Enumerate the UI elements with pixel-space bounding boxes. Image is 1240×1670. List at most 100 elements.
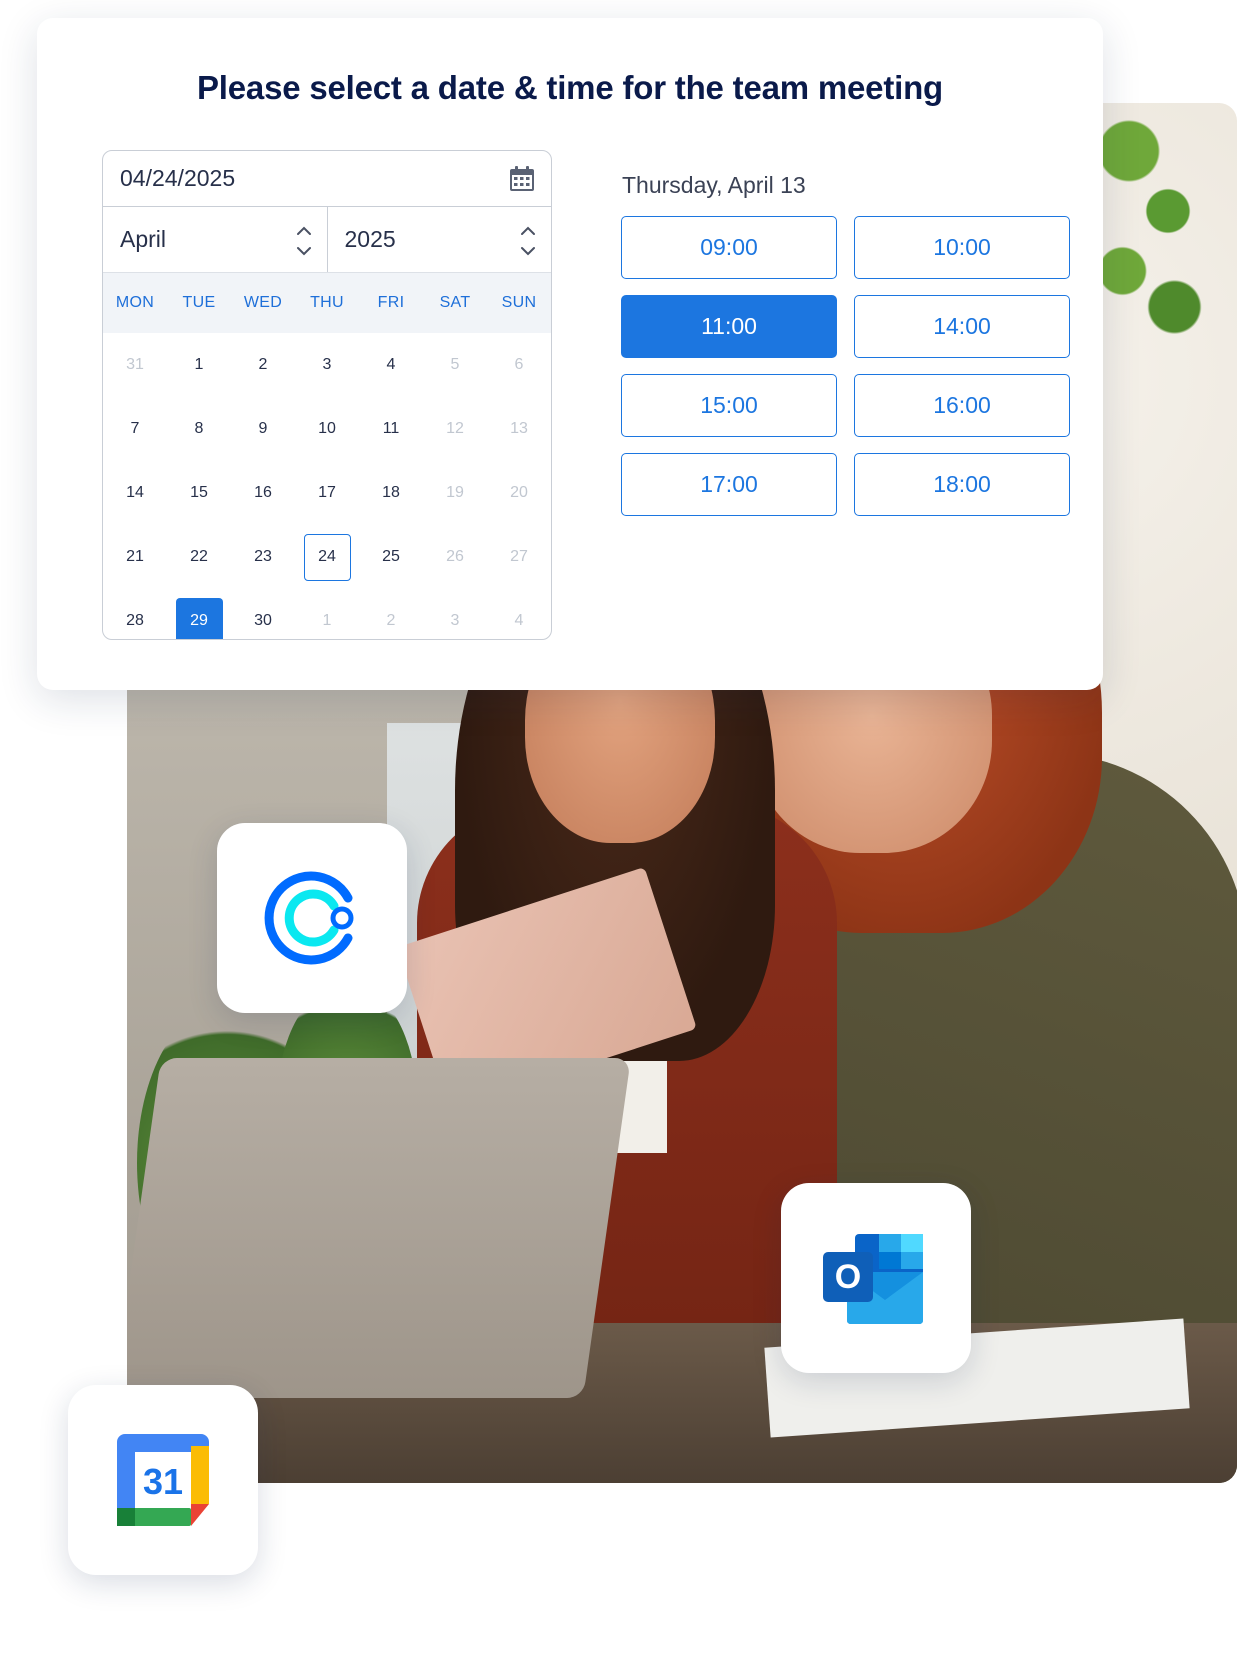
calendar-day[interactable]: 25 <box>359 525 423 589</box>
month-select[interactable]: April <box>103 207 327 272</box>
calendar-day-label: 3 <box>450 612 460 629</box>
calendar-day[interactable]: 1 <box>295 589 359 639</box>
calendar-day[interactable]: 21 <box>103 525 167 589</box>
calendar-day-current[interactable]: 24 <box>295 525 359 589</box>
calendar-day[interactable]: 17 <box>295 461 359 525</box>
calendar-day[interactable]: 6 <box>487 333 551 397</box>
calendar-day[interactable]: 4 <box>487 589 551 639</box>
calendar-day[interactable]: 12 <box>423 397 487 461</box>
date-picker: 04/24/2025 April 2025 MON TUE WED THU FR… <box>102 150 552 640</box>
calendar-day-label: 17 <box>318 484 336 501</box>
calendar-day-label: 26 <box>446 548 464 565</box>
time-slot-button[interactable]: 15:00 <box>621 374 837 437</box>
year-select[interactable]: 2025 <box>326 207 552 272</box>
outlook-tile: O <box>781 1183 971 1373</box>
weekday-label: FRI <box>377 294 405 311</box>
time-slot-button-selected[interactable]: 11:00 <box>621 295 837 358</box>
calendar-day-label: 24 <box>303 533 351 581</box>
google-calendar-tile: 31 <box>68 1385 258 1575</box>
time-slot-button[interactable]: 14:00 <box>854 295 1070 358</box>
calendar-day[interactable]: 13 <box>487 397 551 461</box>
calendar-day[interactable]: 22 <box>167 525 231 589</box>
google-calendar-logo-icon: 31 <box>117 1434 209 1526</box>
calendar-day[interactable]: 1 <box>167 333 231 397</box>
calendar-day-label: 16 <box>254 484 272 501</box>
calendar-day[interactable]: 30 <box>231 589 295 639</box>
calendar-day-selected[interactable]: 29 <box>167 589 231 639</box>
calendar-day-label: 19 <box>446 484 464 501</box>
calendar-day[interactable]: 10 <box>295 397 359 461</box>
time-slot-button[interactable]: 18:00 <box>854 453 1070 516</box>
date-input[interactable]: 04/24/2025 <box>103 151 551 207</box>
stepper-chevrons-icon[interactable] <box>295 223 313 259</box>
calendar-day-label: 9 <box>258 420 268 437</box>
calendar-day-label: 30 <box>254 612 272 629</box>
calendar-day[interactable]: 28 <box>103 589 167 639</box>
calendar-day[interactable]: 2 <box>359 589 423 639</box>
calendar-day-label: 18 <box>382 484 400 501</box>
calendar-day-label: 10 <box>318 420 336 437</box>
calendar-day-label: 25 <box>382 548 400 565</box>
weekday-header: MON TUE WED THU FRI SAT SUN <box>103 273 551 333</box>
calendar-day-label: 8 <box>194 420 204 437</box>
calendar-day-label: 4 <box>386 356 396 373</box>
calendar-day-label: 2 <box>386 612 396 629</box>
scheduling-card: Please select a date & time for the team… <box>37 18 1103 690</box>
time-slot-button[interactable]: 10:00 <box>854 216 1070 279</box>
calendly-tile <box>217 823 407 1013</box>
calendar-day[interactable]: 15 <box>167 461 231 525</box>
calendar-day-label: 1 <box>322 612 332 629</box>
calendar-day[interactable]: 14 <box>103 461 167 525</box>
weekday-label: THU <box>310 294 344 311</box>
google-calendar-number: 31 <box>143 1461 183 1502</box>
time-slot-button[interactable]: 09:00 <box>621 216 837 279</box>
calendar-day[interactable]: 3 <box>295 333 359 397</box>
time-slot-button[interactable]: 17:00 <box>621 453 837 516</box>
calendly-logo-icon <box>264 871 354 965</box>
calendar-day-label: 13 <box>510 420 528 437</box>
photo-laptop <box>127 1058 631 1398</box>
time-slot-button[interactable]: 16:00 <box>854 374 1070 437</box>
calendar-day-grid: 31 1 2 3 4 5 6 7 8 9 10 11 12 13 14 15 16 17 18 19 20 21 22 23 2… <box>103 333 551 639</box>
calendar-day-label: 28 <box>126 612 144 629</box>
calendar-day[interactable]: 11 <box>359 397 423 461</box>
calendar-day[interactable]: 18 <box>359 461 423 525</box>
calendar-day-label: 20 <box>510 484 528 501</box>
calendar-day[interactable]: 16 <box>231 461 295 525</box>
calendar-day[interactable]: 2 <box>231 333 295 397</box>
calendar-day-label: 22 <box>190 548 208 565</box>
calendar-day-label: 31 <box>126 356 144 373</box>
calendar-day[interactable]: 3 <box>423 589 487 639</box>
calendar-day-label: 3 <box>322 356 332 373</box>
year-select-value: 2025 <box>344 226 396 252</box>
calendar-day-label: 12 <box>446 420 464 437</box>
outlook-letter: O <box>835 1258 861 1296</box>
calendar-icon[interactable] <box>509 166 535 192</box>
calendar-day[interactable]: 19 <box>423 461 487 525</box>
calendar-day[interactable]: 8 <box>167 397 231 461</box>
weekday-label: SUN <box>501 294 537 311</box>
calendar-day-label: 14 <box>126 484 144 501</box>
page-title: Please select a date & time for the team… <box>196 69 944 106</box>
weekday-label: TUE <box>182 294 216 311</box>
calendar-day[interactable]: 20 <box>487 461 551 525</box>
calendar-day-label: 21 <box>126 548 144 565</box>
calendar-day[interactable]: 23 <box>231 525 295 589</box>
date-input-value: 04/24/2025 <box>120 165 236 191</box>
calendar-day[interactable]: 27 <box>487 525 551 589</box>
weekday-label: MON <box>115 294 155 311</box>
outlook-logo-icon: O <box>823 1234 923 1324</box>
stepper-chevrons-icon[interactable] <box>519 223 537 259</box>
calendar-day[interactable]: 7 <box>103 397 167 461</box>
calendar-day[interactable]: 9 <box>231 397 295 461</box>
calendar-day[interactable]: 4 <box>359 333 423 397</box>
calendar-day[interactable]: 5 <box>423 333 487 397</box>
selected-date-label: Thursday, April 13 <box>622 172 806 198</box>
calendar-day-label: 4 <box>514 612 524 629</box>
calendar-day-label: 1 <box>194 356 204 373</box>
calendar-day-label: 29 <box>175 597 223 639</box>
calendar-day[interactable]: 26 <box>423 525 487 589</box>
calendar-day-label: 2 <box>258 356 268 373</box>
calendar-day-label: 15 <box>190 484 208 501</box>
calendar-day[interactable]: 31 <box>103 333 167 397</box>
